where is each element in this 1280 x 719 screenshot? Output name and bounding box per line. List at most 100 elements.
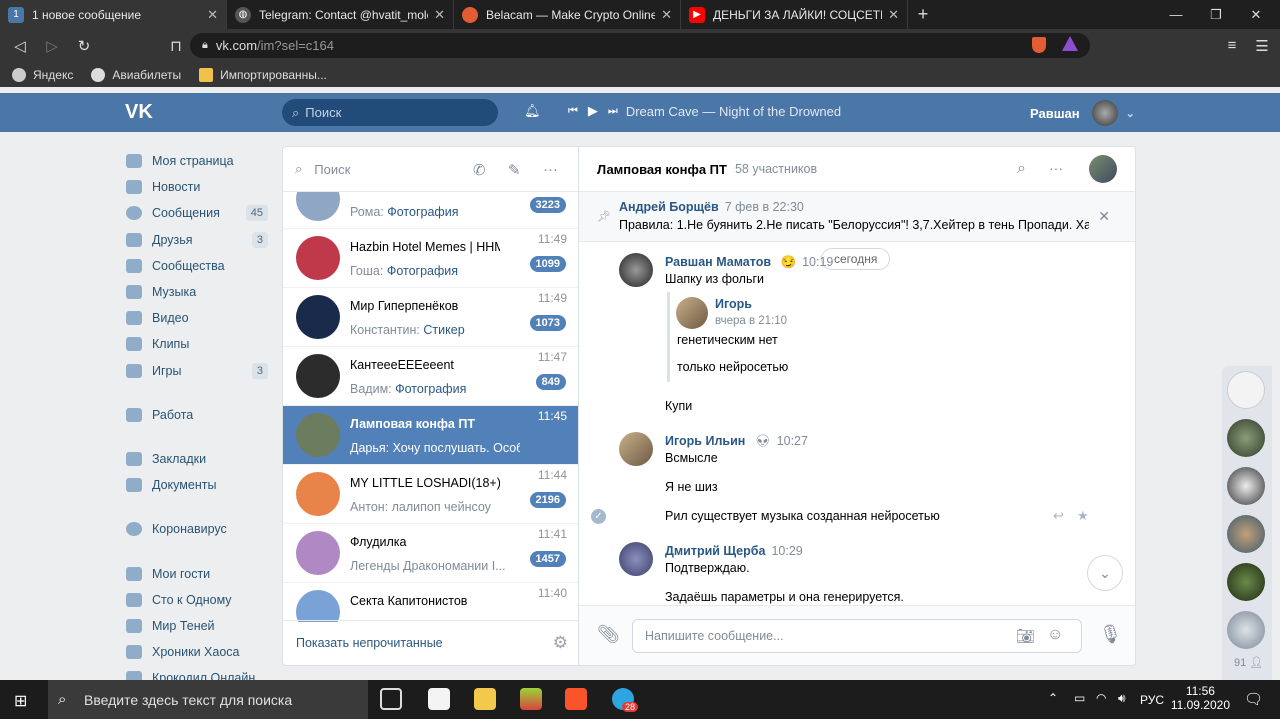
- pinned-message[interactable]: 📌︎ Андрей Борщёв 7 фев в 22:30 Правила: 1…: [579, 192, 1135, 242]
- new-tab-button[interactable]: +: [908, 0, 938, 29]
- tray-chevron-up-icon[interactable]: ⌃: [1048, 691, 1058, 705]
- menu-item-work[interactable]: Работа: [126, 402, 268, 428]
- reload-icon[interactable]: ↻: [68, 37, 100, 55]
- online-count[interactable]: 91 👤︎: [1234, 656, 1263, 669]
- brave-browser-icon[interactable]: [565, 688, 587, 710]
- camera-icon[interactable]: 📷︎: [1016, 627, 1035, 645]
- menu-item-documents[interactable]: Документы: [126, 472, 268, 498]
- volume-icon[interactable]: 🔊︎: [1118, 691, 1126, 706]
- vk-logo[interactable]: VK: [125, 101, 159, 123]
- menu-item-news[interactable]: Новости: [126, 174, 268, 200]
- compose-icon[interactable]: ✎: [508, 161, 521, 179]
- chat-title[interactable]: Ламповая конфа ПТ: [597, 162, 727, 177]
- back-icon[interactable]: ◁: [4, 37, 36, 55]
- chat-members-count[interactable]: 58 участников: [735, 162, 817, 176]
- file-icon[interactable]: [428, 688, 450, 710]
- maximize-icon[interactable]: ❐: [1196, 0, 1236, 29]
- more-icon[interactable]: ···: [543, 161, 558, 178]
- tab-telegram[interactable]: ◍ Telegram: Contact @hvatit_molcha ✕: [227, 0, 454, 29]
- notifications-bell-icon[interactable]: 🔔︎: [524, 103, 541, 119]
- close-window-icon[interactable]: ✕: [1236, 0, 1276, 29]
- friend-avatar[interactable]: [1227, 611, 1265, 649]
- menu-item-music[interactable]: Музыка: [126, 279, 268, 305]
- menu-item-games[interactable]: Игры 3: [126, 358, 268, 384]
- reply-icon[interactable]: ↩: [1053, 508, 1064, 524]
- bookmark-aviabilety[interactable]: Авиабилеты: [91, 67, 181, 82]
- message-author[interactable]: Дмитрий Щерба: [665, 544, 765, 558]
- url-field[interactable]: 🔒︎ vk.com/im?sel=c164: [190, 33, 1090, 58]
- friend-avatar[interactable]: [1227, 515, 1265, 553]
- dialogs-search-input[interactable]: ⌕ Поиск: [283, 147, 578, 192]
- check-icon[interactable]: ✓: [591, 509, 606, 524]
- message-author[interactable]: Равшан Маматов: [665, 255, 771, 269]
- close-tab-icon[interactable]: ✕: [661, 7, 672, 23]
- header-search-input[interactable]: ⌕ Поиск: [282, 99, 498, 126]
- bookmark-yandex[interactable]: Яндекс: [12, 67, 73, 82]
- friend-avatar[interactable]: [1227, 563, 1265, 601]
- play-icon[interactable]: ▶: [588, 103, 598, 119]
- dialog-item[interactable]: Мир Гиперпенёков Константин: Стикер 11:4…: [283, 288, 578, 347]
- windows-start-icon[interactable]: ⊞: [14, 691, 27, 711]
- menu-item-communities[interactable]: Сообщества: [126, 253, 268, 279]
- scroll-down-button[interactable]: ⌄: [1087, 555, 1123, 591]
- track-title[interactable]: Dream Cave — Night of the Drowned: [626, 104, 841, 119]
- smile-icon[interactable]: ☺: [1047, 626, 1063, 644]
- chat-avatar[interactable]: [1089, 155, 1117, 183]
- star-icon[interactable]: ★: [1077, 508, 1089, 524]
- menu-item-video[interactable]: Видео: [126, 305, 268, 331]
- message-author[interactable]: Игорь Ильин: [665, 434, 745, 448]
- minimize-icon[interactable]: —: [1156, 0, 1196, 29]
- dialog-item[interactable]: Рома: Фотография 3223: [283, 192, 578, 229]
- menu-item-my-guests[interactable]: Мои гости: [126, 560, 268, 586]
- close-tab-icon[interactable]: ✕: [434, 7, 445, 23]
- menu-item-messages[interactable]: Сообщения 45: [126, 200, 268, 226]
- menu-item-my-page[interactable]: Моя страница: [126, 148, 268, 174]
- tab-vk-messages[interactable]: 1 1 новое сообщение ✕: [0, 0, 227, 29]
- tab-belacam[interactable]: Belacam — Make Crypto Online ✕: [454, 0, 681, 29]
- quote-author[interactable]: Игорь: [715, 297, 752, 311]
- more-icon[interactable]: ···: [1049, 160, 1063, 176]
- dialog-item[interactable]: MY LITTLE LOSHADI(18+):... Антон: лалипо…: [283, 465, 578, 524]
- message-avatar[interactable]: [619, 432, 653, 466]
- menu-item-sto-k-odnomu[interactable]: Сто к Одному: [126, 587, 268, 613]
- menu-item-friends[interactable]: Друзья 3: [126, 227, 268, 253]
- tab-youtube[interactable]: ▶ ДЕНЬГИ ЗА ЛАЙКИ! СОЦСЕТЬ ВЕ ✕: [681, 0, 908, 29]
- dialog-item-selected[interactable]: Ламповая конфа ПТ Дарья: Хочу послушать.…: [283, 406, 578, 465]
- friend-avatar[interactable]: [1227, 371, 1265, 409]
- forward-icon[interactable]: ▷: [36, 37, 68, 55]
- message-avatar[interactable]: [619, 542, 653, 576]
- add-call-icon[interactable]: ✆: [473, 161, 486, 179]
- notification-center-icon[interactable]: 🗨︎: [1244, 690, 1263, 708]
- bookmark-icon[interactable]: ⊓: [160, 37, 192, 55]
- menu-item-mir-teney[interactable]: Мир Теней: [126, 613, 268, 639]
- brave-rewards-icon[interactable]: [1062, 36, 1078, 51]
- close-tab-icon[interactable]: ✕: [888, 7, 899, 23]
- paperclip-icon[interactable]: 📎︎: [597, 624, 620, 645]
- show-unread-link[interactable]: Показать непрочитанные: [296, 636, 443, 650]
- battery-icon[interactable]: ▭: [1074, 691, 1085, 705]
- clock[interactable]: 11:56 11.09.2020: [1171, 684, 1230, 712]
- brave-shield-icon[interactable]: [1032, 37, 1046, 53]
- dialog-item[interactable]: Секта Капитонистов 11:40: [283, 583, 578, 622]
- wifi-icon[interactable]: ◠: [1096, 691, 1106, 705]
- menu-item-clips[interactable]: Клипы: [126, 331, 268, 357]
- close-icon[interactable]: ✕: [1098, 208, 1110, 225]
- bluestacks-icon[interactable]: [520, 688, 542, 710]
- friend-avatar[interactable]: [1227, 419, 1265, 457]
- language-indicator[interactable]: РУС: [1140, 693, 1164, 707]
- playlist-icon[interactable]: ≡: [1216, 37, 1248, 54]
- file-explorer-icon[interactable]: [474, 688, 496, 710]
- close-tab-icon[interactable]: ✕: [207, 7, 218, 23]
- dialog-item[interactable]: Hazbin Hotel Memes | HHM Гоша: Фотографи…: [283, 229, 578, 288]
- menu-item-coronavirus[interactable]: Коронавирус: [126, 516, 268, 542]
- menu-item-bookmarks[interactable]: Закладки: [126, 446, 268, 472]
- taskbar-search-input[interactable]: ⌕ Введите здесь текст для поиска: [48, 680, 368, 719]
- dialog-item[interactable]: КантееeЕЕЕeeent Вадим: Фотография 11:47 …: [283, 347, 578, 406]
- menu-icon[interactable]: ☰: [1246, 37, 1278, 55]
- message-avatar[interactable]: [619, 253, 653, 287]
- menu-item-hroniki-haosa[interactable]: Хроники Хаоса: [126, 639, 268, 665]
- friend-avatar[interactable]: [1227, 467, 1265, 505]
- microphone-icon[interactable]: 🎙︎: [1099, 624, 1122, 645]
- prev-track-icon[interactable]: ⏮︎: [568, 105, 578, 118]
- bookmark-folder-imported[interactable]: Импортированны...: [199, 67, 327, 82]
